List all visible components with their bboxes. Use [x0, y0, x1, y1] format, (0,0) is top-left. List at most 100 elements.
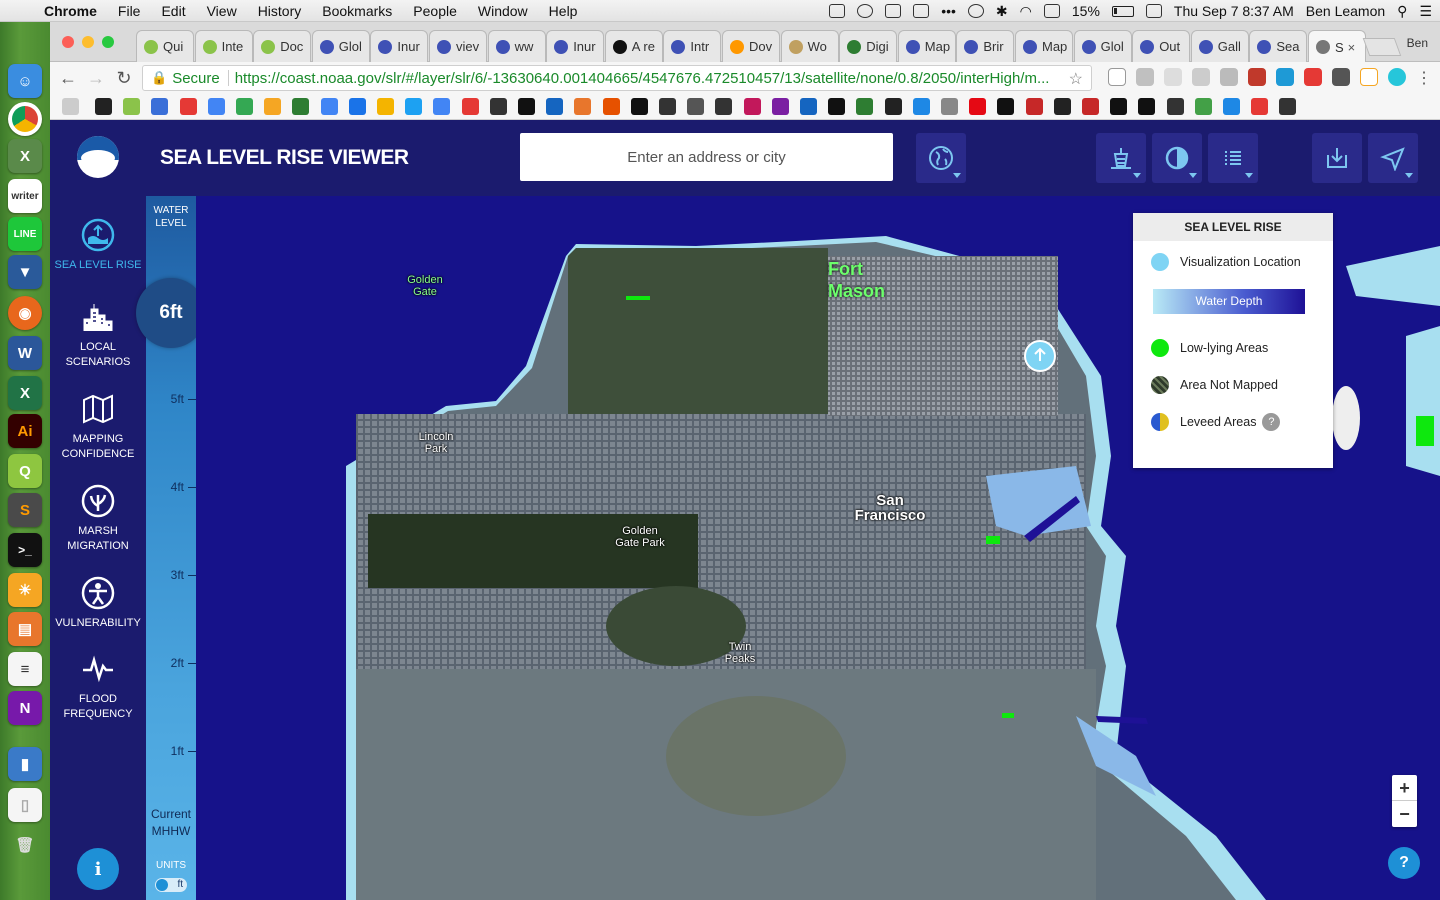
profile-button[interactable]: Ben — [1407, 36, 1428, 50]
firefox-icon[interactable]: ◉ — [8, 296, 42, 330]
download-button[interactable] — [1312, 133, 1362, 183]
tab[interactable]: Glol — [1073, 30, 1132, 62]
installer-icon[interactable]: ▼ — [8, 255, 42, 289]
wifi-icon[interactable]: ◠ — [1020, 3, 1032, 20]
dropbox-icon[interactable] — [829, 4, 846, 18]
m-extension-icon[interactable] — [1388, 68, 1406, 86]
tab[interactable]: Brir — [956, 30, 1015, 62]
airplay-icon[interactable] — [1043, 4, 1060, 18]
mail-extension-icon[interactable] — [1220, 68, 1238, 86]
tab[interactable]: Sea — [1249, 30, 1308, 62]
bookmark-favicon-icon[interactable] — [771, 98, 789, 115]
bookmark-favicon-icon[interactable] — [1082, 98, 1099, 115]
bookmark-favicon-icon[interactable] — [489, 98, 507, 115]
tab-close-icon[interactable]: × — [1348, 40, 1356, 55]
bookmark-favicon-icon[interactable] — [687, 98, 705, 115]
flag-icon[interactable] — [913, 4, 930, 18]
sidebar-item-marsh-migration[interactable]: MARSH MIGRATION — [50, 484, 146, 554]
timemachine-icon[interactable] — [967, 4, 984, 18]
bookmark-folder-icon[interactable] — [62, 98, 79, 115]
tab[interactable]: ww — [487, 30, 546, 62]
word-icon[interactable]: W — [8, 336, 42, 370]
bookmark-favicon-icon[interactable] — [969, 98, 987, 115]
tab[interactable]: Qui — [136, 30, 194, 62]
minimize-window-button[interactable] — [82, 36, 94, 48]
units-toggle[interactable]: ft — [155, 878, 187, 892]
bookmark-favicon-icon[interactable] — [828, 98, 846, 115]
zoom-out-button[interactable]: − — [1392, 801, 1417, 827]
bookmark-favicon-icon[interactable] — [602, 98, 620, 115]
bookmark-favicon-icon[interactable] — [236, 98, 253, 115]
pen-icon[interactable] — [885, 4, 902, 18]
tab[interactable]: Doc — [253, 30, 312, 62]
dropbox-extension-icon[interactable] — [1192, 68, 1210, 86]
user-name[interactable]: Ben Leamon — [1306, 3, 1385, 19]
back-icon[interactable]: ← — [54, 68, 82, 89]
qgis-icon[interactable]: Q — [8, 454, 42, 488]
bookmark-favicon-icon[interactable] — [151, 98, 169, 115]
url-text[interactable]: https://coast.noaa.gov/slr/#/layer/slr/6… — [235, 70, 1050, 87]
share-button[interactable] — [1368, 133, 1418, 183]
excel-icon[interactable]: X — [8, 376, 42, 410]
bookmark-favicon-icon[interactable] — [800, 98, 817, 115]
bookmark-favicon-icon[interactable] — [1251, 98, 1269, 115]
bookmark-favicon-icon[interactable] — [546, 98, 564, 115]
bookmark-favicon-icon[interactable] — [377, 98, 394, 115]
clock[interactable]: Thu Sep 7 8:37 AM — [1174, 3, 1294, 19]
bookmark-favicon-icon[interactable] — [1138, 98, 1156, 115]
leveed-help-icon[interactable]: ? — [1262, 413, 1281, 431]
ibooks-icon[interactable]: ▤ — [8, 612, 42, 646]
tab[interactable]: Dov — [722, 30, 780, 62]
tab[interactable]: Intr — [663, 30, 722, 62]
chrome-icon[interactable] — [8, 102, 42, 136]
close-window-button[interactable] — [62, 36, 74, 48]
bookmark-favicon-icon[interactable] — [405, 98, 423, 115]
bookmark-favicon-icon[interactable] — [1025, 98, 1043, 115]
documents-stack-icon[interactable]: ▯ — [8, 788, 42, 822]
tab[interactable]: Wo — [780, 30, 839, 62]
chrome-menu-icon[interactable]: ⋮ — [1416, 68, 1432, 88]
terminal-icon[interactable]: >_ — [8, 533, 42, 567]
bookmark-favicon-icon[interactable] — [743, 98, 761, 115]
bookmark-favicon-icon[interactable] — [179, 98, 197, 115]
app-status-icon[interactable] — [1145, 4, 1162, 18]
downloads-stack-icon[interactable]: ▮ — [8, 747, 42, 781]
bookmark-favicon-icon[interactable] — [574, 98, 592, 115]
extension-icon[interactable] — [1136, 68, 1154, 86]
instapaper-extension-icon[interactable] — [1108, 68, 1126, 86]
sublime-icon[interactable]: S — [8, 493, 42, 527]
bookmark-favicon-icon[interactable] — [659, 98, 676, 115]
line-icon[interactable]: LINE — [8, 217, 42, 251]
bookmark-favicon-icon[interactable] — [630, 98, 648, 115]
address-search-input[interactable] — [520, 133, 893, 181]
bookmark-favicon-icon[interactable] — [912, 98, 930, 115]
bookmark-favicon-icon[interactable] — [123, 98, 141, 115]
info-button[interactable]: i — [77, 848, 119, 890]
bluetooth-icon[interactable]: ✱ — [996, 3, 1008, 20]
idea-icon[interactable]: ☀ — [8, 573, 42, 607]
keepassx-icon[interactable]: X — [8, 139, 42, 173]
sidebar-item-mapping-confidence[interactable]: MAPPING CONFIDENCE — [50, 392, 146, 462]
notification-center-icon[interactable]: ☰ — [1419, 3, 1432, 20]
bookmark-favicon-icon[interactable] — [856, 98, 874, 115]
illustrator-icon[interactable]: Ai — [8, 414, 42, 448]
tab[interactable]: viev — [429, 30, 487, 62]
menu-history[interactable]: History — [258, 3, 302, 19]
trash-icon[interactable]: 🗑 — [8, 828, 42, 862]
lastpass-extension-icon[interactable] — [1248, 68, 1266, 86]
reminders-icon[interactable]: ≡ — [8, 652, 42, 686]
more-icon[interactable]: ••• — [941, 3, 956, 19]
bookmark-star-icon[interactable]: ☆ — [1069, 69, 1083, 89]
tab[interactable]: Map — [897, 30, 956, 62]
bookmark-favicon-icon[interactable] — [433, 98, 451, 115]
bookmark-favicon-icon[interactable] — [1279, 98, 1297, 115]
bookmark-favicon-icon[interactable] — [264, 98, 282, 115]
bookmark-favicon-icon[interactable] — [95, 98, 112, 115]
bookmark-favicon-icon[interactable] — [1053, 98, 1071, 115]
battery-icon[interactable] — [1111, 5, 1134, 17]
menu-help[interactable]: Help — [549, 3, 578, 19]
menu-edit[interactable]: Edit — [161, 3, 185, 19]
tab[interactable]: Map — [1015, 30, 1073, 62]
menu-file[interactable]: File — [118, 3, 141, 19]
cloud-extension-icon[interactable] — [1164, 68, 1182, 86]
